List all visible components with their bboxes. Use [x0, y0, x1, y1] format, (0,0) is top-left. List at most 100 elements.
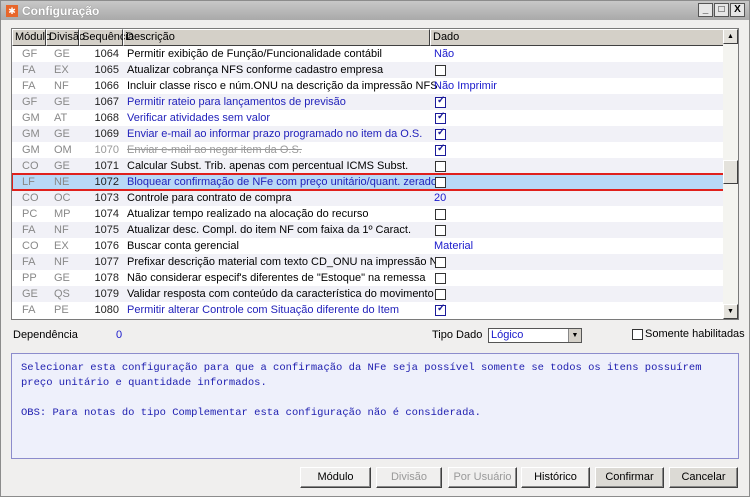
descricao-cell: Permitir rateio para lançamentos de prev…	[127, 96, 346, 108]
table-row[interactable]: PC MP 1074 Atualizar tempo realizado na alo…	[12, 206, 724, 222]
dependencia-label: Dependência	[13, 329, 78, 341]
config-grid: Módulo Divisão Sequência Descrição Dado …	[11, 28, 739, 320]
descricao-cell: Controle para contrato de compra	[127, 192, 292, 204]
col-header-dado[interactable]: Dado	[430, 29, 724, 46]
divisao-cell: NF	[54, 80, 69, 92]
descricao-cell: Permitir exibição de Função/Funcionalida…	[127, 48, 382, 60]
table-row[interactable]: CO OC 1073 Controle para contrato de compra…	[12, 190, 724, 206]
checked-checkbox-icon[interactable]	[435, 111, 446, 124]
grid-header: Módulo Divisão Sequência Descrição Dado	[12, 29, 724, 46]
unchecked-checkbox-icon[interactable]	[435, 272, 446, 284]
dado-value[interactable]: Material	[430, 240, 473, 252]
por-usuario-button[interactable]: Por Usuário	[448, 467, 517, 488]
table-row[interactable]: CO EX 1076 Buscar conta gerencial Material	[12, 238, 724, 254]
maximize-button[interactable]: □	[714, 3, 729, 17]
dado-checkbox[interactable]	[430, 143, 446, 156]
divisao-cell: GE	[54, 272, 70, 284]
unchecked-checkbox-icon[interactable]	[435, 224, 446, 236]
sequencia-cell: 1078	[94, 272, 119, 284]
col-header-descricao[interactable]: Descrição	[123, 29, 430, 46]
unchecked-checkbox-icon[interactable]	[435, 208, 446, 220]
scroll-down-icon[interactable]: ▼	[723, 304, 738, 319]
dado-checkbox[interactable]	[430, 288, 446, 300]
description-box: Selecionar esta configuração para que a …	[11, 353, 739, 459]
checked-checkbox-icon[interactable]	[435, 95, 446, 108]
descricao-cell: Não considerar especif's diferentes de "…	[127, 272, 426, 284]
modulo-button[interactable]: Módulo	[300, 467, 371, 488]
historico-button[interactable]: Histórico	[521, 467, 590, 488]
descricao-cell: Atualizar desc. Compl. do item NF com fa…	[127, 224, 412, 236]
dado-checkbox[interactable]	[430, 95, 446, 108]
sequencia-cell: 1072	[94, 176, 119, 188]
modulo-cell: GF	[22, 96, 38, 108]
descricao-cell: Permitir alterar Controle com Situação d…	[127, 304, 400, 316]
sequencia-cell: 1077	[94, 256, 119, 268]
unchecked-checkbox-icon[interactable]	[435, 288, 446, 300]
divisao-cell: NF	[54, 256, 69, 268]
app-icon: ✱	[6, 4, 18, 17]
table-row[interactable]: LF NE 1072 Bloquear confirmação de NFe com …	[12, 173, 725, 191]
table-row[interactable]: FA EX 1065 Atualizar cobrança NFS conforme …	[12, 62, 724, 78]
table-row[interactable]: FA PE 1080 Permitir alterar Controle com Si…	[12, 302, 724, 318]
table-row[interactable]: GF GE 1067 Permitir rateio para lançamentos…	[12, 94, 724, 110]
unchecked-checkbox-icon[interactable]	[435, 64, 446, 76]
scroll-thumb[interactable]	[723, 160, 738, 184]
table-row[interactable]: GE QS 1079 Validar resposta com conteúdo da…	[12, 286, 724, 302]
sequencia-cell: 1076	[94, 240, 119, 252]
dado-checkbox[interactable]	[430, 272, 446, 284]
minimize-button[interactable]: _	[698, 3, 713, 17]
checked-checkbox-icon[interactable]	[435, 127, 446, 140]
somente-habilitadas-checkbox[interactable]: Somente habilitadas	[631, 328, 745, 340]
table-row[interactable]: GM AT 1068 Verificar atividades sem valor	[12, 110, 724, 126]
somente-habilitadas-label: Somente habilitadas	[645, 328, 745, 340]
table-row[interactable]: FA NF 1075 Atualizar desc. Compl. do item N…	[12, 222, 724, 238]
grid-rows: GF GE 1064 Permitir exibição de Função/Func…	[12, 46, 725, 318]
dado-checkbox[interactable]	[430, 64, 446, 76]
dado-checkbox[interactable]	[430, 127, 446, 140]
descricao-cell: Buscar conta gerencial	[127, 240, 239, 252]
scroll-up-icon[interactable]: ▲	[723, 29, 738, 44]
dado-checkbox[interactable]	[430, 160, 446, 172]
table-row[interactable]: GM OM 1070 Enviar e-mail ao negar item da O…	[12, 142, 724, 158]
close-button[interactable]: X	[730, 3, 745, 17]
dado-checkbox[interactable]	[430, 256, 446, 268]
table-row[interactable]: CO GE 1071 Calcular Subst. Trib. apenas com…	[12, 158, 724, 174]
dado-checkbox[interactable]	[430, 208, 446, 220]
dado-checkbox[interactable]	[430, 111, 446, 124]
descricao-cell: Prefixar descrição material com texto CD…	[127, 256, 445, 268]
tipo-dado-select[interactable]: Lógico ▼	[488, 328, 582, 343]
unchecked-checkbox-icon[interactable]	[435, 256, 446, 268]
table-row[interactable]: GF GE 1064 Permitir exibição de Função/Func…	[12, 46, 724, 62]
dado-value[interactable]: Não	[430, 48, 454, 60]
table-row[interactable]: FA NF 1077 Prefixar descrição material com …	[12, 254, 724, 270]
vertical-scrollbar[interactable]: ▲ ▼	[723, 29, 738, 319]
descricao-cell: Atualizar tempo realizado na alocação do…	[127, 208, 369, 220]
divisao-button[interactable]: Divisão	[376, 467, 442, 488]
modulo-cell: GM	[22, 128, 40, 140]
modulo-cell: FA	[22, 224, 36, 236]
dado-checkbox[interactable]	[430, 303, 446, 316]
dado-value[interactable]: 20	[430, 192, 446, 204]
modulo-cell: CO	[22, 192, 39, 204]
confirmar-button[interactable]: Confirmar	[595, 467, 664, 488]
cancelar-button[interactable]: Cancelar	[669, 467, 738, 488]
unchecked-checkbox-icon[interactable]	[435, 176, 446, 188]
chevron-down-icon[interactable]: ▼	[568, 329, 581, 342]
col-header-sequencia[interactable]: Sequência	[79, 29, 134, 46]
dado-value[interactable]: Não Imprimir	[430, 80, 497, 92]
col-header-modulo[interactable]: Módulo	[12, 29, 51, 46]
table-row[interactable]: GM GE 1069 Enviar e-mail ao informar prazo …	[12, 126, 724, 142]
descricao-cell: Enviar e-mail ao informar prazo programa…	[127, 128, 423, 140]
checked-checkbox-icon[interactable]	[435, 143, 446, 156]
sequencia-cell: 1068	[94, 112, 119, 124]
dado-checkbox[interactable]	[430, 224, 446, 236]
divisao-cell: QS	[54, 288, 70, 300]
table-row[interactable]: PP GE 1078 Não considerar especif's diferen…	[12, 270, 724, 286]
divisao-cell: GE	[54, 48, 70, 60]
col-header-divisao[interactable]: Divisão	[46, 29, 85, 46]
sequencia-cell: 1074	[94, 208, 119, 220]
checked-checkbox-icon[interactable]	[435, 303, 446, 316]
table-row[interactable]: FA NF 1066 Incluir classe risco e núm.ONU n…	[12, 78, 724, 94]
dado-checkbox[interactable]	[430, 176, 446, 188]
unchecked-checkbox-icon[interactable]	[435, 160, 446, 172]
